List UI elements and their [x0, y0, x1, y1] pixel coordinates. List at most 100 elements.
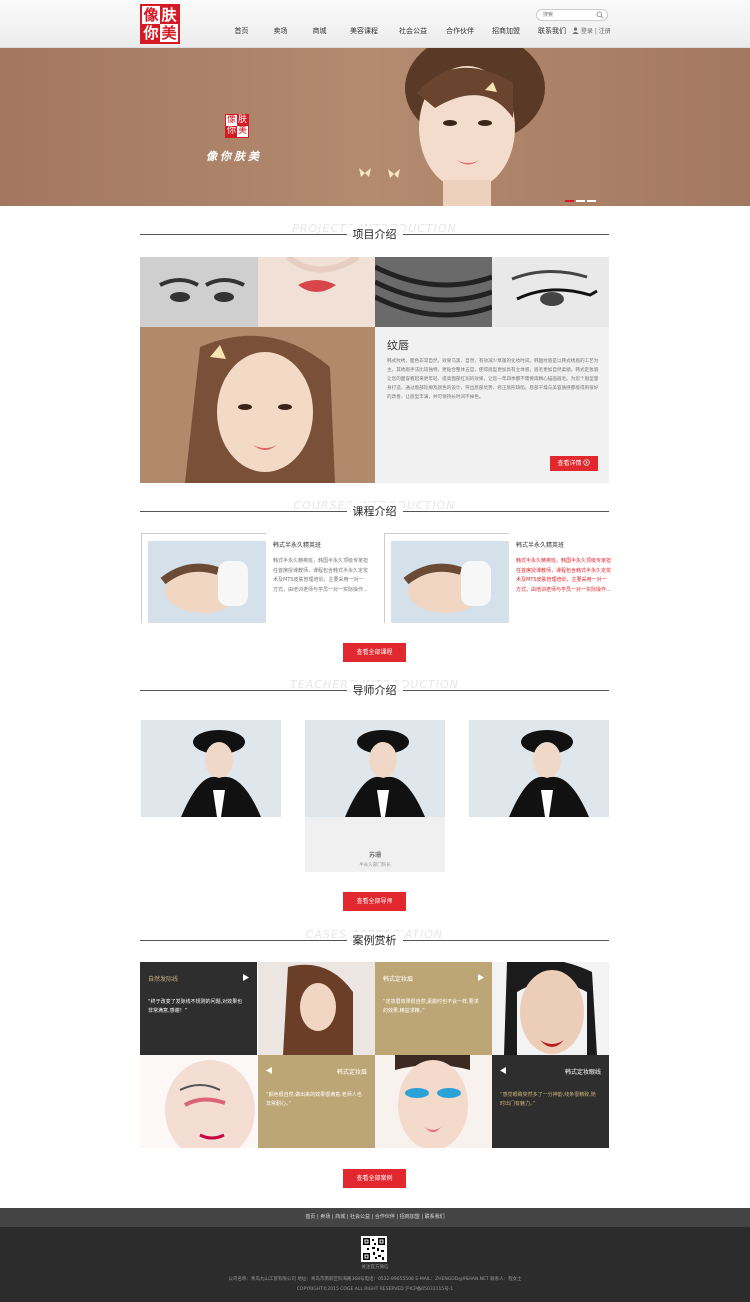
- logo-char: 你: [226, 126, 237, 137]
- login-link[interactable]: 登录: [581, 28, 593, 35]
- case-quote: “定妆眉效果很自然,素颜时也不会一样,要求的效果,精益求精。”: [383, 999, 479, 1014]
- course-title[interactable]: 韩式半永久精英班: [273, 540, 321, 549]
- case-title: 韩式定妆眼线: [564, 1069, 601, 1076]
- project-image-hair[interactable]: [375, 257, 492, 327]
- course-title[interactable]: 韩式半永久精英班: [516, 540, 564, 549]
- red-lips-portrait: [492, 962, 609, 1055]
- project-image-eyebrow[interactable]: [140, 257, 258, 327]
- nav-item-mall[interactable]: 卖场: [261, 26, 300, 40]
- carousel-dot[interactable]: [587, 200, 596, 202]
- facial-treatment-photo: [391, 541, 509, 623]
- eye-photo: [140, 257, 258, 327]
- button-label: 查看详情: [557, 460, 582, 467]
- carousel-dot[interactable]: [565, 200, 574, 202]
- case-card[interactable]: 韩式定妆眼线 “感觉眼睛突然多了一分神韵,线条很精致,随时出门有魅力。”: [492, 1055, 609, 1148]
- case-card[interactable]: 韩式定妆眉 “颜色很自然,做出来的效果很满意,老师人也非常耐心。”: [258, 1055, 375, 1148]
- user-icon: [572, 27, 579, 34]
- case-card[interactable]: 自然发际线 “终于改变了发际线不规则的问题,对效果也非常满意,感谢！”: [140, 962, 257, 1055]
- course-image[interactable]: [148, 541, 266, 623]
- qr-code-icon: [363, 1238, 385, 1260]
- all-cases-button[interactable]: 查看全部案例: [343, 1169, 406, 1188]
- project-image-lips[interactable]: [258, 257, 375, 327]
- search-input[interactable]: [543, 10, 593, 20]
- teacher-role: 半永久部门院长: [359, 863, 391, 868]
- arrow-left-icon: [266, 1067, 272, 1074]
- footer-copyright: COPYRIGHT©2015 COGE ALL RIGHT RESERVED 沪…: [296, 1287, 454, 1292]
- teacher-photo: [141, 720, 281, 817]
- section-title-courses: COURSES INTRODUCTION 课程介绍: [140, 499, 609, 525]
- project-image-eyeliner[interactable]: [492, 257, 609, 327]
- arrow-right-icon: [243, 974, 249, 981]
- search-icon[interactable]: [596, 11, 604, 19]
- course-text: 韩式半永久精英班，韩国半永久顶级专家担任首席授课教师，课程包含韩式半永久定妆术及…: [273, 558, 369, 593]
- teacher-photo: [305, 720, 445, 817]
- case-image[interactable]: [375, 1055, 492, 1148]
- butterfly-icon: [388, 169, 400, 178]
- nav-item-contact[interactable]: 联系我们: [529, 26, 575, 40]
- footer-links[interactable]: 首页 | 卖场 | 商城 | 社会公益 | 合作伙伴 | 招商加盟 | 联系我们: [0, 1208, 750, 1227]
- case-quote: “终于改变了发际线不规则的问题,对效果也非常满意,感谢！”: [148, 999, 243, 1014]
- section-title-cn: 项目介绍: [346, 226, 403, 242]
- user-links: 登录 | 注册: [572, 26, 611, 35]
- banner-logo: 像 肤 你 美: [225, 114, 249, 138]
- logo-char: 美: [237, 126, 247, 136]
- all-teachers-button[interactable]: 查看全部导师: [343, 892, 406, 911]
- hair-photo: [375, 257, 492, 327]
- project-detail-button[interactable]: 查看详情: [550, 456, 598, 471]
- nav-item-franchise[interactable]: 招商加盟: [483, 26, 529, 40]
- main-nav: 首页 卖场 商城 美容课程 社会公益 合作伙伴 招商加盟 联系我们: [222, 26, 575, 40]
- case-image[interactable]: [492, 962, 609, 1055]
- all-courses-button[interactable]: 查看全部课程: [343, 643, 406, 662]
- facial-treatment-photo: [148, 541, 266, 623]
- nav-item-courses[interactable]: 美容课程: [339, 26, 389, 40]
- banner-model-image: [405, 48, 545, 206]
- teacher-photo: [469, 720, 609, 817]
- case-image[interactable]: [258, 962, 375, 1055]
- case-quote: “感觉眼睛突然多了一分神韵,线条很精致,随时出门有魅力。”: [500, 1092, 596, 1107]
- site-logo[interactable]: 像 肤 你 美: [140, 4, 180, 44]
- blue-eyeliner-photo: [375, 1055, 492, 1148]
- qr-caption: 关注官方微信: [361, 1265, 389, 1270]
- logo-char: 美: [161, 24, 177, 42]
- banner-slogan: 像你肤美: [206, 150, 262, 163]
- logo-char: 你: [142, 24, 160, 42]
- teacher-card[interactable]: [305, 720, 445, 817]
- section-title-teachers: TEACHERS INTRODUCTION 导师介绍: [140, 678, 609, 704]
- arrow-left-icon: [500, 1067, 506, 1074]
- case-title: 自然发际线: [148, 976, 179, 983]
- logo-char: 像: [226, 115, 236, 125]
- section-title-cn: 导师介绍: [346, 682, 403, 698]
- carousel-dot[interactable]: [576, 200, 585, 202]
- footer-company-info: 公司名称：青岛九山工贸有限公司 地址：青岛市南新区科海路368号电话：0532-…: [228, 1277, 522, 1282]
- case-title: 韩式定妆眉: [336, 1069, 367, 1076]
- case-card[interactable]: 韩式定妆眉 “定妆眉效果很自然,素颜时也不会一样,要求的效果,精益求精。”: [375, 962, 492, 1055]
- project-feature-image[interactable]: [140, 327, 375, 483]
- teacher-caption: 苏珊 半永久部门院长: [305, 817, 445, 872]
- eye-makeup-photo: [140, 1055, 257, 1148]
- teacher-card[interactable]: [141, 720, 281, 817]
- teacher-card[interactable]: [469, 720, 609, 817]
- teacher-name: 苏珊: [368, 852, 381, 859]
- project-feature-title: 纹唇: [387, 339, 409, 352]
- case-image[interactable]: [140, 1055, 257, 1148]
- nav-item-partners[interactable]: 合作伙伴: [437, 26, 483, 40]
- top-header: 像 肤 你 美 首页 卖场 商城 美容课程 社会公益 合作伙伴 招商加盟 联系我…: [0, 0, 750, 48]
- nav-item-charity[interactable]: 社会公益: [389, 26, 437, 40]
- logo-char: 肤: [237, 115, 248, 126]
- logo-char: 像: [143, 6, 159, 24]
- search-box: [536, 9, 608, 21]
- course-image[interactable]: [391, 541, 509, 623]
- section-title-cases: CASES APPRECIATION 案例赏析: [140, 928, 609, 954]
- case-quote: “颜色很自然,做出来的效果很满意,老师人也非常耐心。”: [266, 1092, 362, 1107]
- nav-item-shop[interactable]: 商城: [300, 26, 339, 40]
- project-info-panel: 纹唇 韩式纹绣，面色非常自然，效果乌黑、自然，有效减少草菌的化妆时间。韩国纹眉是…: [375, 327, 609, 483]
- arrow-right-icon: [583, 459, 591, 466]
- page: 像 肤 你 美 首页 卖场 商城 美容课程 社会公益 合作伙伴 招商加盟 联系我…: [0, 0, 750, 1302]
- register-link[interactable]: 注册: [599, 28, 611, 35]
- case-title: 韩式定妆眉: [383, 976, 414, 983]
- hero-banner: [0, 48, 750, 206]
- model-photo: [140, 327, 375, 483]
- nav-item-home[interactable]: 首页: [222, 26, 261, 40]
- qr-code: [361, 1236, 387, 1262]
- eyeliner-photo: [492, 257, 609, 327]
